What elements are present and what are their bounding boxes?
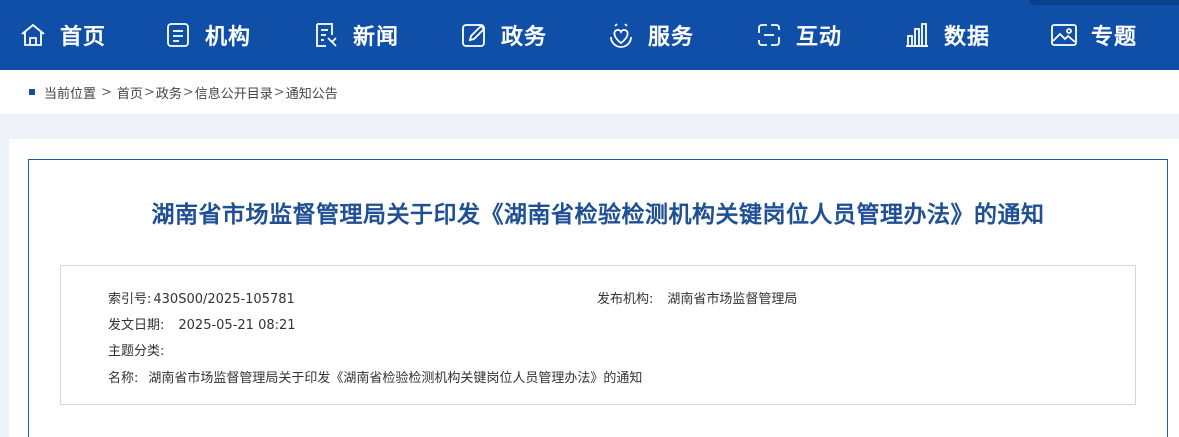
info-index-value: 430S00/2025-105781	[153, 292, 295, 307]
nav-item-data[interactable]: 数据	[902, 0, 990, 70]
nav-item-topic[interactable]: 专题	[1049, 0, 1137, 70]
org-doc-icon	[163, 20, 193, 50]
info-date: 发文日期: 2025-05-21 08:21	[108, 314, 296, 333]
breadcrumb-link-notice[interactable]: 通知公告	[286, 83, 338, 102]
info-topic-label: 主题分类:	[108, 344, 165, 359]
nav-item-label: 政务	[501, 25, 548, 50]
nav-item-label: 首页	[60, 25, 107, 50]
info-index-label: 索引号:	[108, 292, 152, 307]
info-publisher-label: 发布机构:	[597, 292, 654, 307]
breadcrumb-separator: >	[273, 84, 285, 100]
breadcrumb-link-gov[interactable]: 政务	[156, 83, 182, 102]
nav-item-interact[interactable]: 互动	[754, 0, 842, 70]
info-topic: 主题分类:	[108, 340, 172, 359]
info-index: 索引号: 430S00/2025-105781	[108, 288, 295, 307]
info-name-label: 名称:	[108, 371, 139, 386]
breadcrumb-link-home[interactable]: 首页	[117, 83, 143, 102]
info-name: 名称: 湖南省市场监督管理局关于印发《湖南省检验检测机构关键岗位人员管理办法》的通…	[108, 367, 642, 386]
breadcrumb-separator: >	[101, 84, 112, 100]
nav-item-label: 新闻	[353, 25, 400, 50]
image-icon	[1049, 20, 1079, 50]
nav-item-news[interactable]: 新闻	[311, 0, 399, 70]
interact-icon	[754, 20, 784, 50]
service-heart-icon	[606, 20, 636, 50]
breadcrumb-prefix: 当前位置	[44, 86, 97, 102]
page-title: 湖南省市场监督管理局关于印发《湖南省检验检测机构关键岗位人员管理办法》的通知	[151, 202, 1045, 228]
top-nav-bar: 首页 机构 新闻 政务 服务 互动 数据 专题	[0, 0, 1179, 70]
breadcrumb-separator: >	[143, 84, 155, 100]
nav-item-label: 专题	[1091, 25, 1138, 50]
nav-item-label: 服务	[648, 25, 695, 50]
info-publisher: 发布机构: 湖南省市场监督管理局	[597, 288, 797, 307]
breadcrumb-bullet-icon	[29, 89, 35, 95]
info-name-value: 湖南省市场监督管理局关于印发《湖南省检验检测机构关键岗位人员管理办法》的通知	[148, 371, 643, 386]
bar-chart-icon	[902, 20, 932, 50]
nav-item-label: 互动	[796, 25, 843, 50]
nav-item-org[interactable]: 机构	[163, 0, 251, 70]
nav-item-gov[interactable]: 政务	[459, 0, 547, 70]
info-date-label: 发文日期:	[108, 318, 165, 333]
breadcrumb-separator: >	[182, 84, 194, 100]
info-date-value: 2025-05-21 08:21	[178, 318, 296, 333]
breadcrumb-link-catalog[interactable]: 信息公开目录	[195, 83, 273, 102]
info-publisher-value: 湖南省市场监督管理局	[667, 292, 798, 307]
nav-item-home[interactable]: 首页	[18, 0, 106, 70]
edit-icon	[459, 20, 489, 50]
nav-item-service[interactable]: 服务	[606, 0, 694, 70]
news-icon	[311, 20, 341, 50]
breadcrumb: 当前位置 > 首页 > 政务 > 信息公开目录 > 通知公告	[0, 70, 1179, 114]
nav-item-label: 机构	[205, 25, 252, 50]
nav-item-label: 数据	[944, 25, 991, 50]
home-icon	[18, 20, 48, 50]
